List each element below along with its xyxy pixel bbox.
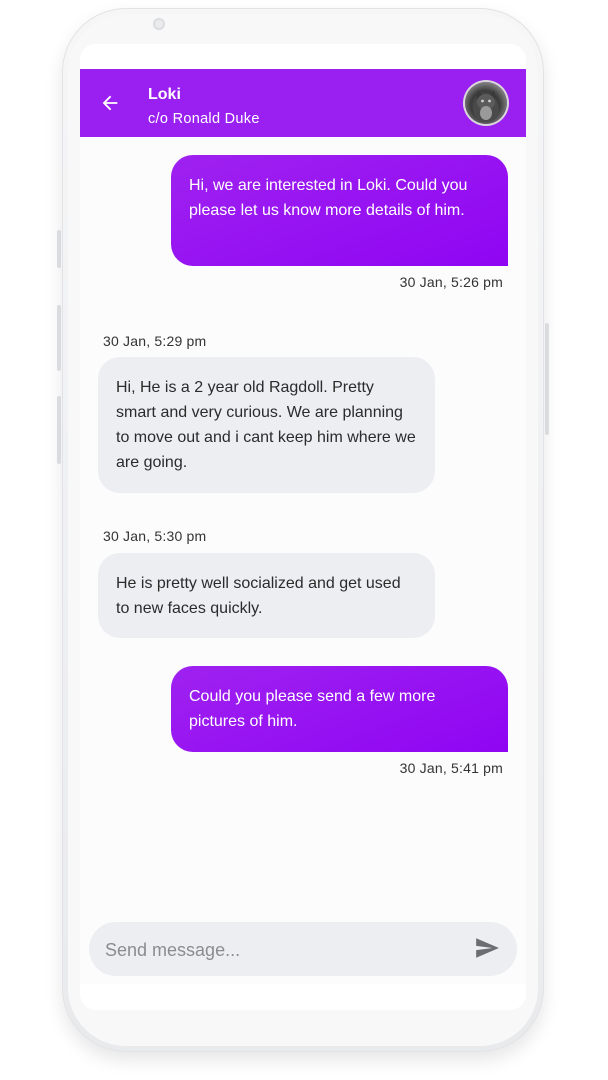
message-text: Hi, He is a 2 year old Ragdoll. Pretty s… — [116, 379, 416, 471]
phone-side-button — [57, 396, 61, 464]
cat-avatar[interactable] — [465, 82, 507, 124]
phone-side-button — [57, 230, 61, 268]
message-bubble-outgoing[interactable]: Could you please send a few more picture… — [171, 666, 508, 752]
message-bubble-outgoing[interactable]: Hi, we are interested in Loki. Could you… — [171, 155, 508, 266]
front-camera — [153, 18, 165, 30]
message-timestamp: 30 Jan, 5:30 pm — [103, 528, 207, 544]
home-indicator-area — [80, 984, 526, 1010]
send-icon — [476, 938, 499, 958]
message-timestamp: 30 Jan, 5:29 pm — [103, 333, 207, 349]
message-text: He is pretty well socialized and get use… — [116, 575, 401, 617]
contact-owner: c/o Ronald Duke — [148, 111, 260, 127]
message-text: Hi, we are interested in Loki. Could you… — [189, 177, 468, 219]
send-button[interactable] — [473, 935, 503, 963]
status-bar — [80, 44, 526, 69]
message-text: Could you please send a few more picture… — [189, 688, 436, 730]
phone-side-button — [57, 305, 61, 371]
message-bubble-incoming[interactable]: Hi, He is a 2 year old Ragdoll. Pretty s… — [98, 357, 435, 493]
message-timestamp: 30 Jan, 5:26 pm — [399, 274, 503, 290]
contact-name: Loki — [148, 86, 181, 103]
message-input[interactable] — [103, 934, 457, 966]
message-bubble-incoming[interactable]: He is pretty well socialized and get use… — [98, 553, 435, 638]
chat-header: Loki c/o Ronald Duke — [80, 69, 526, 137]
device-mockup: Loki c/o Ronald Duke Hi, we are interest… — [0, 0, 608, 1080]
back-button[interactable] — [96, 89, 124, 117]
arrow-left-icon — [102, 95, 118, 111]
chat-screen: Loki c/o Ronald Duke Hi, we are interest… — [80, 44, 526, 1010]
cat-silhouette-icon — [473, 90, 499, 122]
message-timestamp: 30 Jan, 5:41 pm — [399, 760, 503, 776]
phone-side-button — [545, 323, 549, 435]
message-composer — [89, 922, 517, 976]
